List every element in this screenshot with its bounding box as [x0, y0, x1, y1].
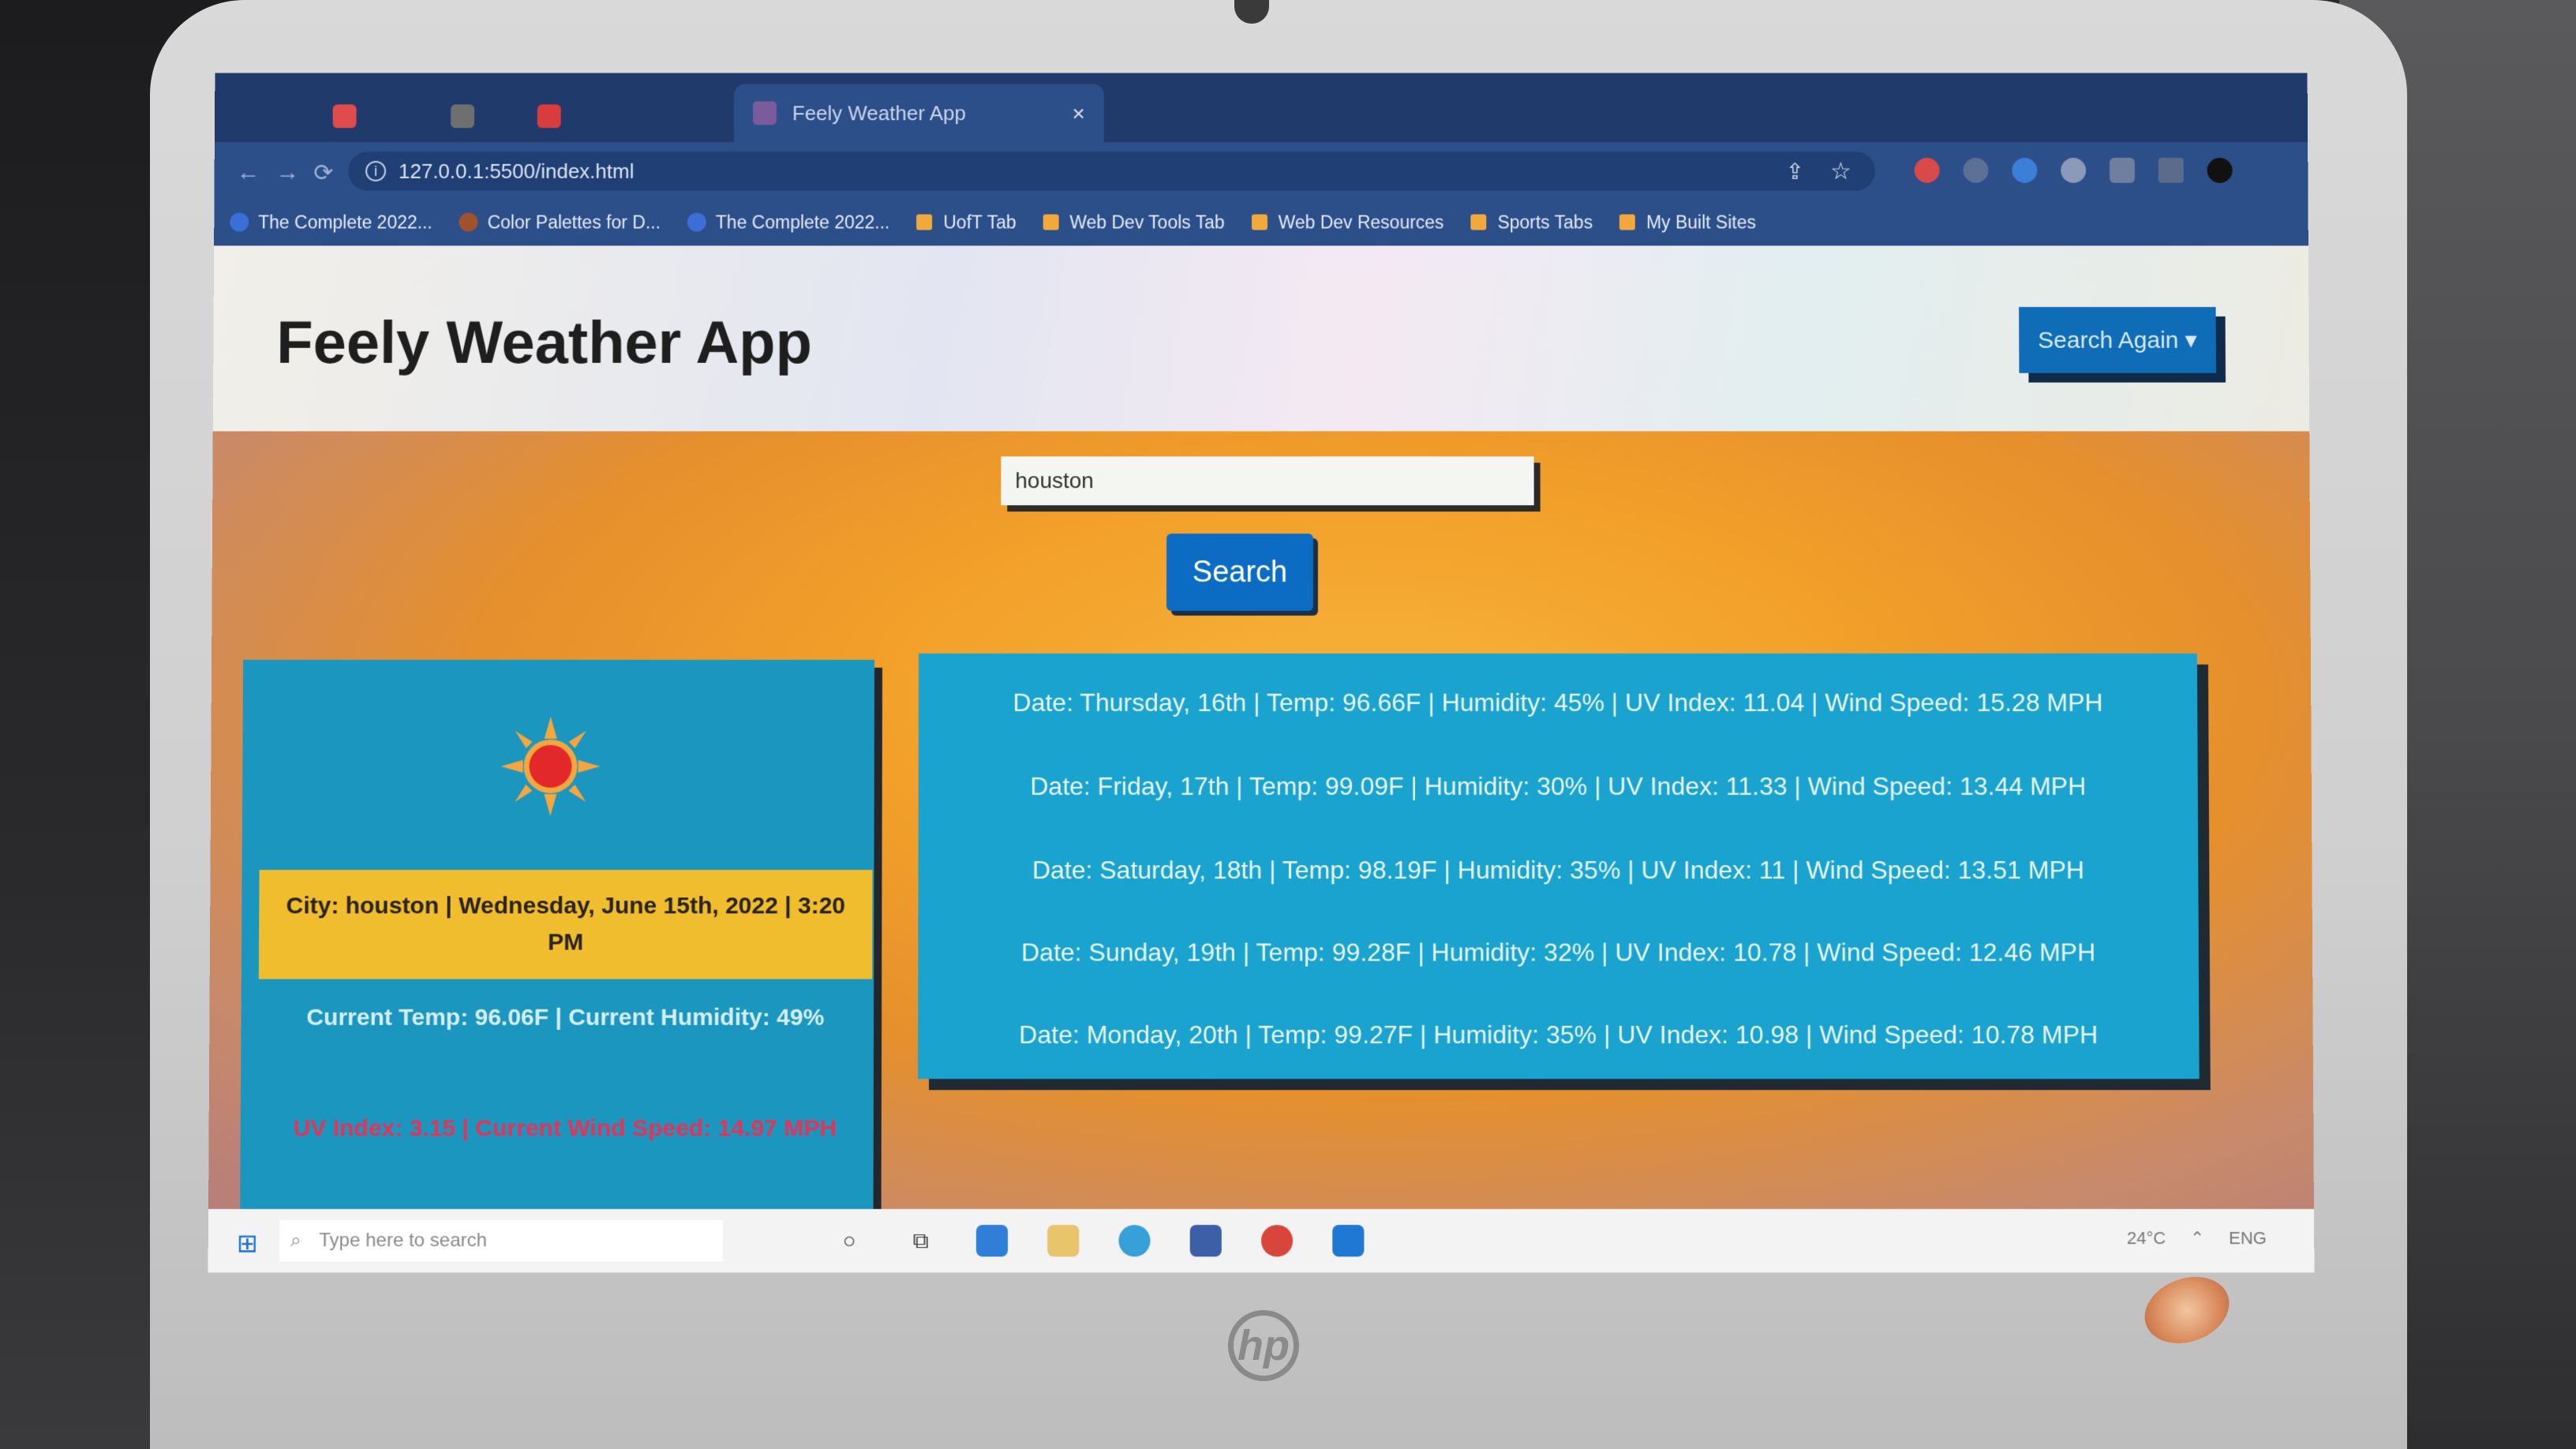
- chrome-icon[interactable]: [1261, 1225, 1294, 1257]
- city-search-input[interactable]: [1001, 456, 1534, 506]
- hp-logo-icon: hp: [1228, 1310, 1299, 1381]
- page-title: Feely Weather App: [276, 309, 813, 376]
- folder-icon: [1251, 214, 1267, 230]
- forward-icon[interactable]: →: [275, 159, 299, 186]
- search-icon: ⌕: [290, 1230, 301, 1252]
- folder-icon: [1470, 214, 1487, 230]
- browser-tab-strip: Feely Weather App ×: [214, 73, 2308, 143]
- folder-icon: [1619, 214, 1635, 230]
- app-icon[interactable]: [1189, 1225, 1222, 1257]
- store-icon[interactable]: [975, 1225, 1009, 1257]
- pinned-tab-icon[interactable]: [332, 104, 357, 129]
- tab-title: Feely Weather App: [792, 100, 966, 125]
- forecast-card: Date: Thursday, 16th | Temp: 96.66F | Hu…: [918, 653, 2200, 1080]
- reload-icon[interactable]: ⟳: [313, 159, 333, 187]
- weather-widget[interactable]: 24°C: [2127, 1228, 2166, 1248]
- bookmark-label: My Built Sites: [1646, 212, 1756, 232]
- forecast-row: Date: Saturday, 18th | Temp: 98.19F | Hu…: [1032, 856, 2085, 885]
- hero-section: Search City: [208, 431, 2314, 1230]
- site-icon: [687, 212, 706, 232]
- tab-favicon-icon: [752, 101, 777, 125]
- pinned-tab-icon[interactable]: [537, 104, 561, 129]
- forecast-row: Date: Friday, 17th | Temp: 99.09F | Humi…: [1030, 772, 2087, 801]
- close-tab-icon[interactable]: ×: [1072, 101, 1084, 126]
- forecast-row: Date: Thursday, 16th | Temp: 96.66F | Hu…: [1013, 687, 2103, 717]
- forecast-row: Date: Monday, 20th | Temp: 99.27F | Humi…: [1019, 1020, 2099, 1049]
- bookmark-label: The Complete 2022...: [715, 212, 890, 232]
- weather-page: Feely Weather App Search Again ▾ Search: [208, 245, 2314, 1230]
- bookmark-item[interactable]: The Complete 2022...: [687, 212, 890, 233]
- browser-toolbar: ← → ⟳ i 127.0.0.1:5500/index.html ⇪ ☆: [214, 142, 2308, 199]
- bookmark-label: Sports Tabs: [1497, 212, 1593, 232]
- bookmark-label: Color Palettes for D...: [487, 212, 661, 232]
- page-header: Feely Weather App Search Again ▾: [212, 245, 2310, 432]
- extension-icon[interactable]: [2012, 157, 2038, 183]
- sun-icon: [500, 716, 601, 816]
- task-view-icon[interactable]: ⧉: [905, 1225, 937, 1256]
- url-text: 127.0.0.1:5500/index.html: [398, 159, 635, 183]
- forecast-row: Date: Sunday, 19th | Temp: 99.28F | Humi…: [1020, 938, 2096, 967]
- current-weather-card: City: houston | Wednesday, June 15th, 20…: [240, 660, 875, 1230]
- bookmark-star-icon[interactable]: ☆: [1830, 157, 1852, 185]
- bookmarks-bar: The Complete 2022... Color Palettes for …: [214, 198, 2308, 246]
- bookmark-folder[interactable]: Web Dev Resources: [1251, 212, 1444, 233]
- current-city-date: City: houston | Wednesday, June 15th, 20…: [258, 870, 873, 979]
- system-tray: 24°C ⌃ ENG: [2127, 1228, 2267, 1249]
- bookmark-item[interactable]: Color Palettes for D...: [459, 212, 661, 233]
- back-icon[interactable]: ←: [236, 159, 260, 186]
- current-uv-wind: UV Index: 3.15 | Current Wind Speed: 14.…: [293, 1115, 837, 1142]
- puzzle-icon[interactable]: [2109, 157, 2136, 183]
- bookmark-label: Web Dev Resources: [1278, 212, 1444, 232]
- site-icon: [459, 212, 478, 232]
- language-indicator[interactable]: ENG: [2229, 1228, 2267, 1248]
- laptop-screen: Feely Weather App × ← → ⟳ i 127.0.0.1:55…: [208, 73, 2315, 1273]
- taskbar: ⊞ ⌕ Type here to search ○ ⧉ 24°C ⌃ ENG: [208, 1208, 2315, 1273]
- bookmark-label: UofT Tab: [943, 212, 1017, 232]
- taskbar-search-placeholder: Type here to search: [319, 1230, 488, 1252]
- extension-icon[interactable]: [1963, 157, 1989, 183]
- chevron-up-icon[interactable]: ⌃: [2190, 1228, 2205, 1248]
- bookmark-folder[interactable]: My Built Sites: [1619, 212, 1756, 233]
- address-bar[interactable]: i 127.0.0.1:5500/index.html ⇪ ☆: [348, 151, 1875, 191]
- bookmark-folder[interactable]: Sports Tabs: [1470, 212, 1593, 233]
- site-icon: [230, 212, 249, 232]
- bookmark-label: The Complete 2022...: [258, 212, 432, 232]
- folder-icon: [916, 214, 933, 230]
- vscode-icon[interactable]: [1332, 1225, 1365, 1257]
- sidepanel-icon[interactable]: [2158, 157, 2184, 183]
- search-again-dropdown-button[interactable]: Search Again ▾: [2019, 306, 2217, 373]
- profile-avatar[interactable]: [2207, 157, 2233, 183]
- bookmark-folder[interactable]: UofT Tab: [916, 212, 1017, 233]
- folder-icon: [1043, 214, 1059, 230]
- windows-start-icon[interactable]: ⊞: [237, 1228, 258, 1258]
- share-icon[interactable]: ⇪: [1786, 158, 1805, 184]
- search-button[interactable]: Search: [1166, 534, 1313, 612]
- bookmark-folder[interactable]: Web Dev Tools Tab: [1043, 212, 1225, 233]
- cortana-icon[interactable]: ○: [833, 1225, 865, 1256]
- active-tab[interactable]: Feely Weather App ×: [733, 84, 1104, 143]
- taskbar-search-box[interactable]: ⌕ Type here to search: [279, 1220, 723, 1262]
- extension-icon[interactable]: [2061, 157, 2087, 183]
- pinned-tab-icon[interactable]: [451, 104, 475, 129]
- edge-icon[interactable]: [1118, 1225, 1151, 1257]
- current-temp-humidity: Current Temp: 96.06F | Current Humidity:…: [306, 1004, 825, 1031]
- site-info-icon[interactable]: i: [365, 160, 387, 182]
- bookmark-item[interactable]: The Complete 2022...: [230, 212, 432, 233]
- extension-icon[interactable]: [1914, 157, 1940, 183]
- bookmark-label: Web Dev Tools Tab: [1069, 212, 1225, 232]
- file-explorer-icon[interactable]: [1047, 1225, 1080, 1257]
